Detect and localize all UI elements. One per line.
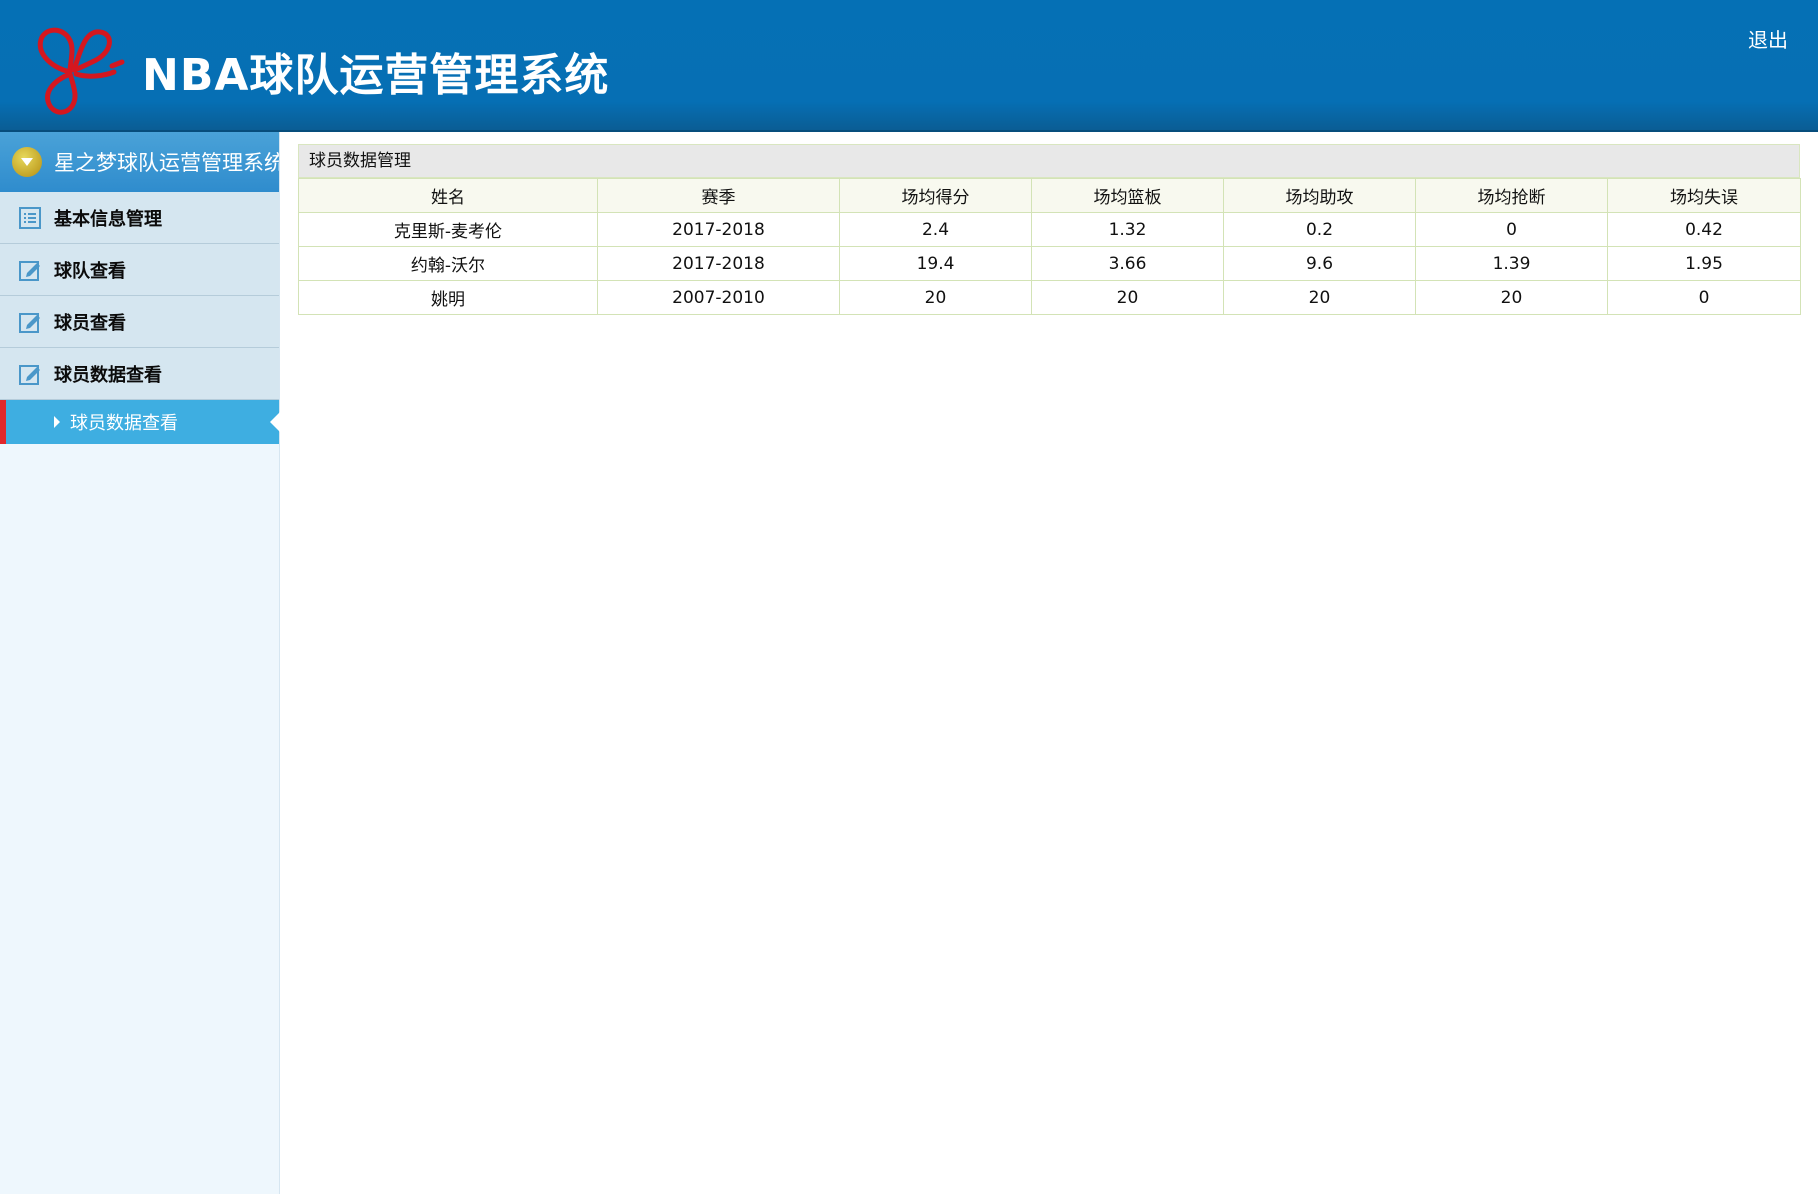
sidebar-item-player-view[interactable]: 球员查看 bbox=[0, 296, 279, 348]
column-header: 场均得分 bbox=[839, 178, 1032, 213]
table-cell: 0.42 bbox=[1607, 212, 1801, 247]
table-cell: 0 bbox=[1607, 280, 1801, 315]
sidebar-item-basic-info[interactable]: 基本信息管理 bbox=[0, 192, 279, 244]
column-header: 场均失误 bbox=[1607, 178, 1801, 213]
table-cell: 0 bbox=[1415, 212, 1608, 247]
table-cell: 0.2 bbox=[1223, 212, 1416, 247]
table-cell: 9.6 bbox=[1223, 246, 1416, 281]
table-row: 克里斯-麦考伦 2017-2018 2.4 1.32 0.2 0 0.42 bbox=[298, 212, 1801, 247]
player-stats-table: 姓名 赛季 场均得分 场均篮板 场均助攻 场均抢断 场均失误 克里斯-麦考伦 2… bbox=[298, 178, 1801, 315]
caret-right-icon bbox=[54, 416, 60, 428]
app-title: NBA球队运营管理系统 bbox=[142, 50, 610, 101]
table-cell: 约翰-沃尔 bbox=[298, 246, 598, 281]
column-header: 场均篮板 bbox=[1031, 178, 1224, 213]
sidebar-item-label: 球员查看 bbox=[54, 312, 126, 334]
active-notch bbox=[270, 412, 280, 432]
table-cell: 20 bbox=[839, 280, 1032, 315]
table-cell: 20 bbox=[1031, 280, 1224, 315]
table-cell: 克里斯-麦考伦 bbox=[298, 212, 598, 247]
table-header-row: 姓名 赛季 场均得分 场均篮板 场均助攻 场均抢断 场均失误 bbox=[298, 178, 1801, 213]
sidebar-item-team-view[interactable]: 球队查看 bbox=[0, 244, 279, 296]
sidebar-title: 星之梦球队运营管理系统 bbox=[54, 151, 279, 175]
table-cell: 20 bbox=[1415, 280, 1608, 315]
table-cell: 1.95 bbox=[1607, 246, 1801, 281]
table-cell: 3.66 bbox=[1031, 246, 1224, 281]
column-header: 场均抢断 bbox=[1415, 178, 1608, 213]
table-cell: 2.4 bbox=[839, 212, 1032, 247]
collapse-toggle-icon[interactable] bbox=[12, 147, 42, 177]
table-row: 约翰-沃尔 2017-2018 19.4 3.66 9.6 1.39 1.95 bbox=[298, 246, 1801, 281]
panel-title: 球员数据管理 bbox=[298, 144, 1800, 178]
table-cell: 1.32 bbox=[1031, 212, 1224, 247]
main-content: 球员数据管理 姓名 赛季 场均得分 场均篮板 场均助攻 场均抢断 场均失误 克里… bbox=[298, 144, 1801, 315]
sidebar-subitem-label: 球员数据查看 bbox=[70, 413, 178, 434]
sidebar-item-player-stats[interactable]: 球员数据查看 bbox=[0, 348, 279, 400]
table-cell: 姚明 bbox=[298, 280, 598, 315]
sidebar-subitem-player-stats[interactable]: 球员数据查看 bbox=[0, 400, 280, 444]
table-cell: 2017-2018 bbox=[597, 246, 840, 281]
column-header: 姓名 bbox=[298, 178, 598, 213]
table-cell: 1.39 bbox=[1415, 246, 1608, 281]
sidebar: 星之梦球队运营管理系统 基本信息管理 球队查看 球员查看 球员数据查看 球员数据… bbox=[0, 132, 280, 1194]
list-icon bbox=[18, 206, 42, 230]
table-cell: 20 bbox=[1223, 280, 1416, 315]
edit-icon bbox=[18, 310, 42, 334]
sidebar-item-label: 球员数据查看 bbox=[54, 364, 162, 386]
sidebar-item-label: 球队查看 bbox=[54, 260, 126, 282]
sidebar-header: 星之梦球队运营管理系统 bbox=[0, 132, 279, 192]
column-header: 场均助攻 bbox=[1223, 178, 1416, 213]
sidebar-item-label: 基本信息管理 bbox=[54, 208, 162, 230]
butterfly-logo-icon bbox=[37, 27, 125, 115]
app-header: NBA球队运营管理系统 退出 bbox=[0, 0, 1818, 132]
table-cell: 19.4 bbox=[839, 246, 1032, 281]
column-header: 赛季 bbox=[597, 178, 840, 213]
table-cell: 2017-2018 bbox=[597, 212, 840, 247]
table-row: 姚明 2007-2010 20 20 20 20 0 bbox=[298, 280, 1801, 315]
logout-link[interactable]: 退出 bbox=[1748, 24, 1788, 53]
edit-icon bbox=[18, 258, 42, 282]
table-cell: 2007-2010 bbox=[597, 280, 840, 315]
edit-icon bbox=[18, 362, 42, 386]
